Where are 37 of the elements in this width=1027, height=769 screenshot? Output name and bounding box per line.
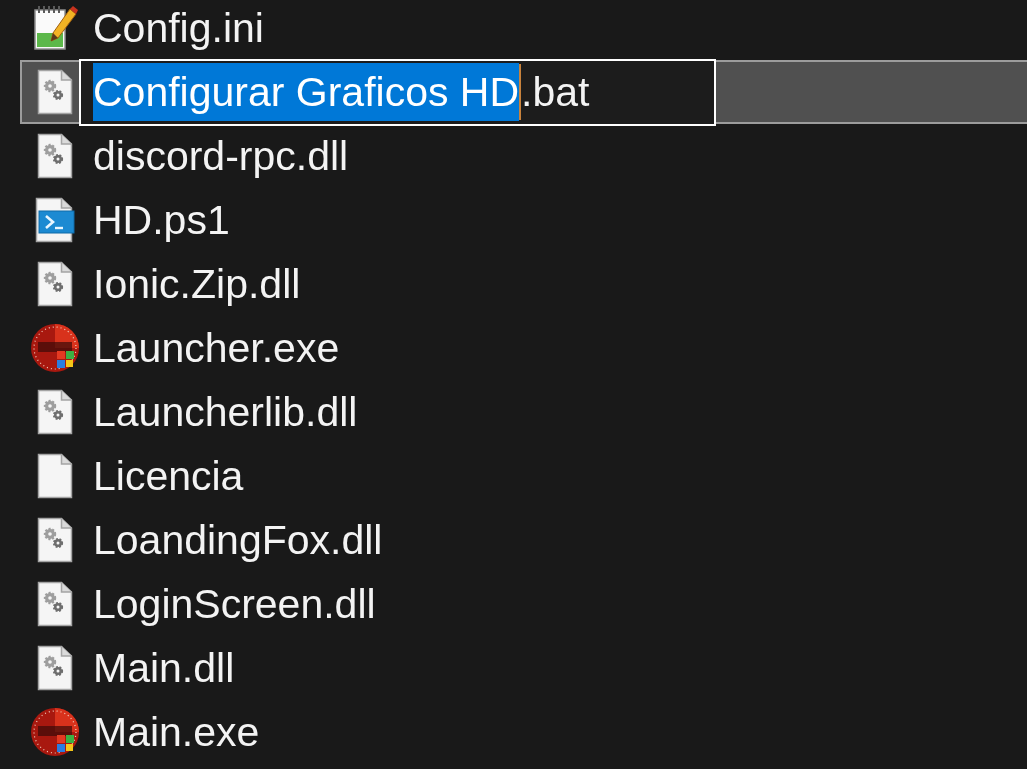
file-name: Licencia xyxy=(93,452,244,500)
app-logo-icon xyxy=(30,323,80,373)
gear-file-icon xyxy=(37,69,73,115)
file-row[interactable]: LoginScreen.dll xyxy=(20,572,1027,636)
rename-field[interactable]: Configurar Graficos HD.bat xyxy=(79,58,716,126)
gear-file-icon xyxy=(37,581,73,627)
notepad-icon xyxy=(32,5,78,51)
file-name: HD.ps1 xyxy=(93,196,230,244)
file-row[interactable]: LoandingFox.dll xyxy=(20,508,1027,572)
file-row[interactable]: Launcher.exe xyxy=(20,316,1027,380)
file-row[interactable]: Configurar Graficos HD.bat xyxy=(20,60,1027,124)
file-row[interactable]: Ionic.Zip.dll xyxy=(20,252,1027,316)
file-row[interactable]: Launcherlib.dll xyxy=(20,380,1027,444)
file-name: Config.ini xyxy=(93,4,264,52)
gear-file-icon xyxy=(37,133,73,179)
file-row[interactable]: Main.dll xyxy=(20,636,1027,700)
gear-file-icon xyxy=(37,517,73,563)
file-name: Launcher.exe xyxy=(93,324,340,372)
gear-file-icon xyxy=(37,261,73,307)
file-row[interactable]: HD.ps1 xyxy=(20,188,1027,252)
file-name: LoginScreen.dll xyxy=(93,580,376,628)
file-name: Main.dll xyxy=(93,644,235,692)
blank-file-icon xyxy=(37,453,73,499)
file-name: Launcherlib.dll xyxy=(93,388,358,436)
file-name: discord-rpc.dll xyxy=(93,132,349,180)
file-row[interactable]: Main.exe xyxy=(20,700,1027,764)
powershell-file-icon xyxy=(35,197,75,243)
file-name: Ionic.Zip.dll xyxy=(93,260,301,308)
gear-file-icon xyxy=(37,389,73,435)
file-row[interactable]: discord-rpc.dll xyxy=(20,124,1027,188)
file-name: Main.exe xyxy=(93,708,260,756)
app-logo-icon xyxy=(30,707,80,757)
file-row[interactable]: Licencia xyxy=(20,444,1027,508)
file-name: LoandingFox.dll xyxy=(93,516,383,564)
text-cursor-icon xyxy=(519,64,522,120)
file-row[interactable]: Config.ini xyxy=(20,0,1027,60)
gear-file-icon xyxy=(37,645,73,691)
